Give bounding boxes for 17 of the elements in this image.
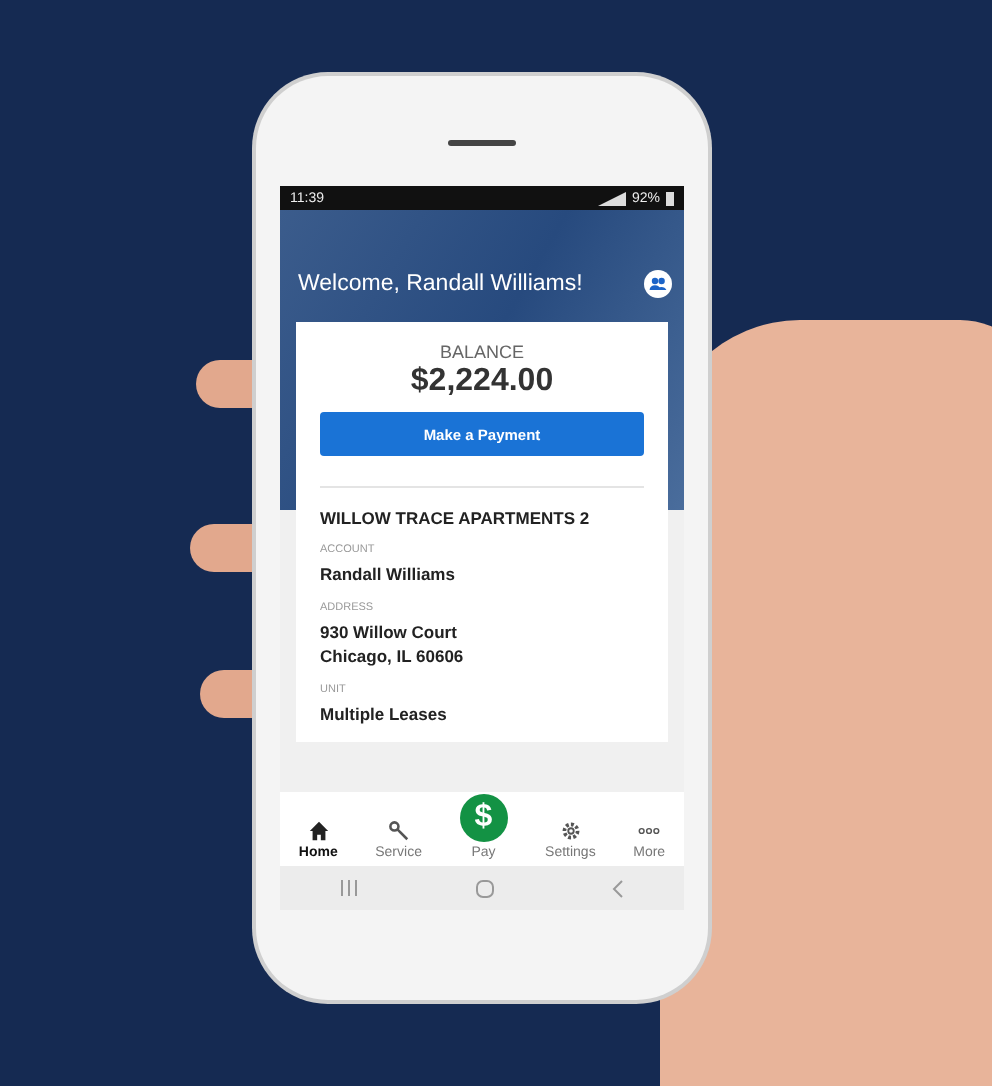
users-icon[interactable]: [644, 270, 672, 298]
settings-icon: [559, 820, 582, 842]
dollar-icon: $: [459, 794, 508, 842]
battery-icon: [666, 191, 674, 205]
field-value: 930 Willow Court Chicago, IL 60606: [320, 620, 464, 668]
balance-amount: $2,224.00: [410, 364, 554, 400]
signal-icon: [597, 191, 626, 205]
recent-apps-icon[interactable]: [339, 880, 358, 896]
field-value: Randall Williams: [320, 562, 455, 586]
welcome-title: Welcome, Randall Williams!: [298, 272, 583, 296]
property-name: WILLOW TRACE APARTMENTS 2: [320, 508, 590, 528]
field-value: Multiple Leases: [320, 702, 447, 726]
home-button-icon[interactable]: [475, 879, 494, 897]
back-icon[interactable]: [612, 879, 625, 897]
balance-label: BALANCE: [439, 342, 525, 362]
speaker-icon: [448, 140, 516, 146]
home-icon: [307, 820, 330, 842]
